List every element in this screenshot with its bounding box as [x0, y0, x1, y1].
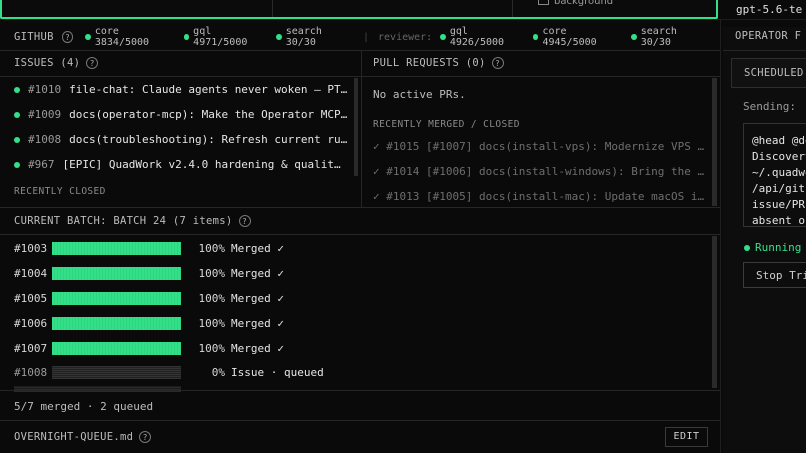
batch-row[interactable]: #1007 100% Merged ✓	[14, 340, 284, 356]
divider	[0, 420, 720, 421]
batch-row[interactable]: #1008 0% Issue · queued	[14, 364, 324, 380]
batch-summary: 5/7 merged · 2 queued	[14, 400, 154, 413]
divider	[0, 19, 806, 20]
reviewer-label: reviewer:	[378, 31, 433, 43]
reviewer-rate-limit-core: core 4945/5000	[532, 26, 622, 48]
issues-header: ISSUES (4) ?	[14, 57, 99, 69]
running-status: Running	[744, 241, 801, 254]
top-panel: background	[0, 0, 718, 19]
divider	[0, 50, 720, 51]
rate-limit-search: search 30/30	[276, 26, 354, 48]
status-dot-icon	[14, 86, 20, 93]
divider	[0, 207, 720, 208]
pull-requests-header: PULL REQUESTS (0) ?	[373, 57, 504, 69]
reviewer-rate-limit-search: search 30/30	[631, 26, 709, 48]
batch-row[interactable]: #1004 100% Merged ✓	[14, 265, 284, 281]
batch-row[interactable]: #1003 100% Merged ✓	[14, 240, 284, 256]
background-checkbox[interactable]	[538, 0, 549, 5]
batch-row[interactable]: #1005 100% Merged ✓	[14, 290, 284, 306]
edit-button[interactable]: EDIT	[665, 427, 708, 447]
status-dot-icon	[85, 34, 91, 40]
progress-bar	[52, 365, 181, 379]
batch-row[interactable]: #1006 100% Merged ✓	[14, 315, 284, 331]
model-name: gpt-5.6-te	[736, 3, 803, 16]
status-dot-icon	[14, 136, 20, 143]
help-icon[interactable]: ?	[61, 31, 74, 43]
status-dot-icon	[183, 34, 190, 40]
progress-fill	[52, 266, 181, 280]
status-dot-icon	[744, 244, 750, 251]
recent-pr-item[interactable]: ✓ #1014 [#1006] docs(install-windows): B…	[373, 165, 704, 178]
batch-scrollbar[interactable]	[712, 236, 717, 388]
divider	[512, 0, 513, 17]
operator-panel	[723, 27, 806, 453]
github-title: GITHUB	[14, 31, 54, 43]
progress-bar	[52, 266, 181, 280]
progress-fill	[52, 291, 181, 305]
status-dot-icon	[276, 34, 282, 40]
status-dot-icon	[631, 34, 637, 40]
issue-item[interactable]: #1010 file-chat: Claude agents never wok…	[14, 83, 347, 96]
divider	[0, 390, 720, 391]
progress-bar	[52, 341, 181, 355]
progress-bar	[52, 316, 181, 330]
queue-file-header: OVERNIGHT-QUEUE.md ?	[14, 431, 152, 443]
reviewer-rate-limit-gql: gql 4926/5000	[440, 26, 524, 48]
progress-bar	[14, 386, 181, 392]
operator-title: OPERATOR F	[735, 30, 802, 42]
sending-label: Sending:	[743, 100, 796, 113]
divider	[0, 76, 361, 77]
no-prs-message: No active PRs.	[373, 88, 466, 101]
divider	[272, 0, 273, 17]
github-rate-limits: GITHUB ? core 3834/5000 gql 4971/5000 se…	[0, 26, 718, 48]
recent-pr-item[interactable]: ✓ #1013 [#1005] docs(install-mac): Updat…	[373, 190, 704, 203]
recently-merged-label: RECENTLY MERGED / CLOSED	[373, 119, 520, 130]
help-icon[interactable]: ?	[238, 215, 251, 227]
batch-header: CURRENT BATCH: BATCH 24 (7 items) ?	[14, 215, 251, 227]
scheduled-title: SCHEDULED	[744, 67, 804, 79]
divider	[0, 234, 720, 235]
progress-fill	[52, 241, 181, 255]
scheduled-message-box[interactable]: @head @de Discovery ~/.quadwo /api/gith …	[743, 123, 806, 227]
prs-scrollbar[interactable]	[712, 78, 717, 206]
help-icon[interactable]: ?	[139, 431, 152, 443]
recent-pr-item[interactable]: ✓ #1015 [#1007] docs(install-vps): Moder…	[373, 140, 704, 153]
divider	[723, 50, 806, 51]
divider	[362, 76, 720, 77]
progress-bar	[52, 291, 181, 305]
issue-item[interactable]: #1009 docs(operator-mcp): Make the Opera…	[14, 108, 347, 121]
divider	[361, 50, 362, 207]
divider: |	[362, 31, 370, 43]
progress-fill	[52, 341, 181, 355]
status-dot-icon	[440, 34, 446, 40]
issue-item[interactable]: #1008 docs(troubleshooting): Refresh cur…	[14, 133, 347, 146]
status-dot-icon	[532, 34, 539, 40]
issues-scrollbar[interactable]	[354, 78, 358, 176]
help-icon[interactable]: ?	[491, 57, 504, 69]
rate-limit-gql: gql 4971/5000	[183, 26, 268, 48]
stop-trigger-button[interactable]: Stop Tri	[743, 262, 806, 288]
issue-item[interactable]: #967 [EPIC] QuadWork v2.4.0 hardening & …	[14, 158, 341, 171]
scheduled-section: SCHEDULED	[731, 58, 806, 88]
status-dot-icon	[14, 111, 20, 118]
rate-limit-core: core 3834/5000	[85, 26, 174, 48]
progress-bar	[52, 241, 181, 255]
progress-fill	[52, 316, 181, 330]
background-checkbox-label: background	[554, 0, 614, 7]
help-icon[interactable]: ?	[86, 57, 99, 69]
divider	[720, 19, 721, 453]
status-dot-icon	[14, 161, 20, 168]
recently-closed-label: RECENTLY CLOSED	[14, 186, 106, 197]
